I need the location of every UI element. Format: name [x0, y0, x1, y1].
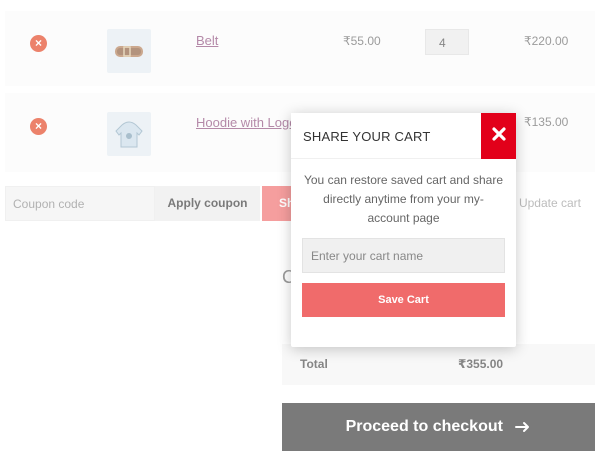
close-button[interactable]	[481, 113, 516, 159]
modal-title: SHARE YOUR CART	[303, 129, 431, 144]
modal-description: You can restore saved cart and share dir…	[303, 173, 503, 225]
close-icon	[491, 127, 506, 141]
share-cart-modal: SHARE YOUR CART You can restore saved ca…	[291, 113, 516, 347]
cart-name-input[interactable]: Enter your cart name	[302, 238, 505, 273]
save-cart-button[interactable]: Save Cart	[302, 283, 505, 317]
modal-header: SHARE YOUR CART	[291, 113, 516, 159]
